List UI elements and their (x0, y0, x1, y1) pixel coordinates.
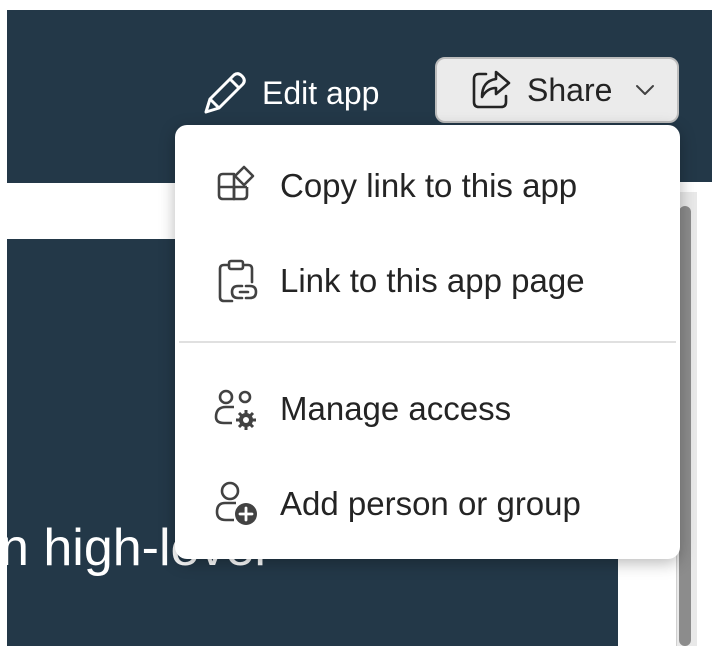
menu-item-manage-access[interactable]: Manage access (175, 367, 680, 451)
pencil-icon (200, 68, 250, 118)
scrollbar-thumb[interactable] (679, 206, 691, 646)
menu-item-label: Copy link to this app (280, 167, 578, 204)
menu-divider (179, 341, 676, 343)
share-button[interactable]: Share (435, 57, 679, 123)
chevron-down-icon (632, 77, 658, 103)
share-dropdown-menu: Copy link to this app Link to this app p… (175, 125, 680, 559)
menu-item-label: Add person or group (280, 485, 581, 522)
share-label: Share (527, 71, 613, 108)
menu-item-label: Link to this app page (280, 262, 585, 299)
manage-access-icon (210, 383, 262, 435)
menu-item-add-person[interactable]: Add person or group (175, 462, 680, 546)
edit-app-button[interactable]: Edit app (200, 64, 379, 122)
copy-link-icon (210, 160, 262, 212)
page-link-icon (210, 255, 262, 307)
menu-item-copy-link[interactable]: Copy link to this app (175, 144, 680, 228)
add-person-icon (210, 478, 262, 530)
edit-app-label: Edit app (262, 74, 380, 111)
menu-item-page-link[interactable]: Link to this app page (175, 239, 680, 323)
share-icon (469, 68, 513, 112)
menu-item-label: Manage access (280, 390, 512, 427)
